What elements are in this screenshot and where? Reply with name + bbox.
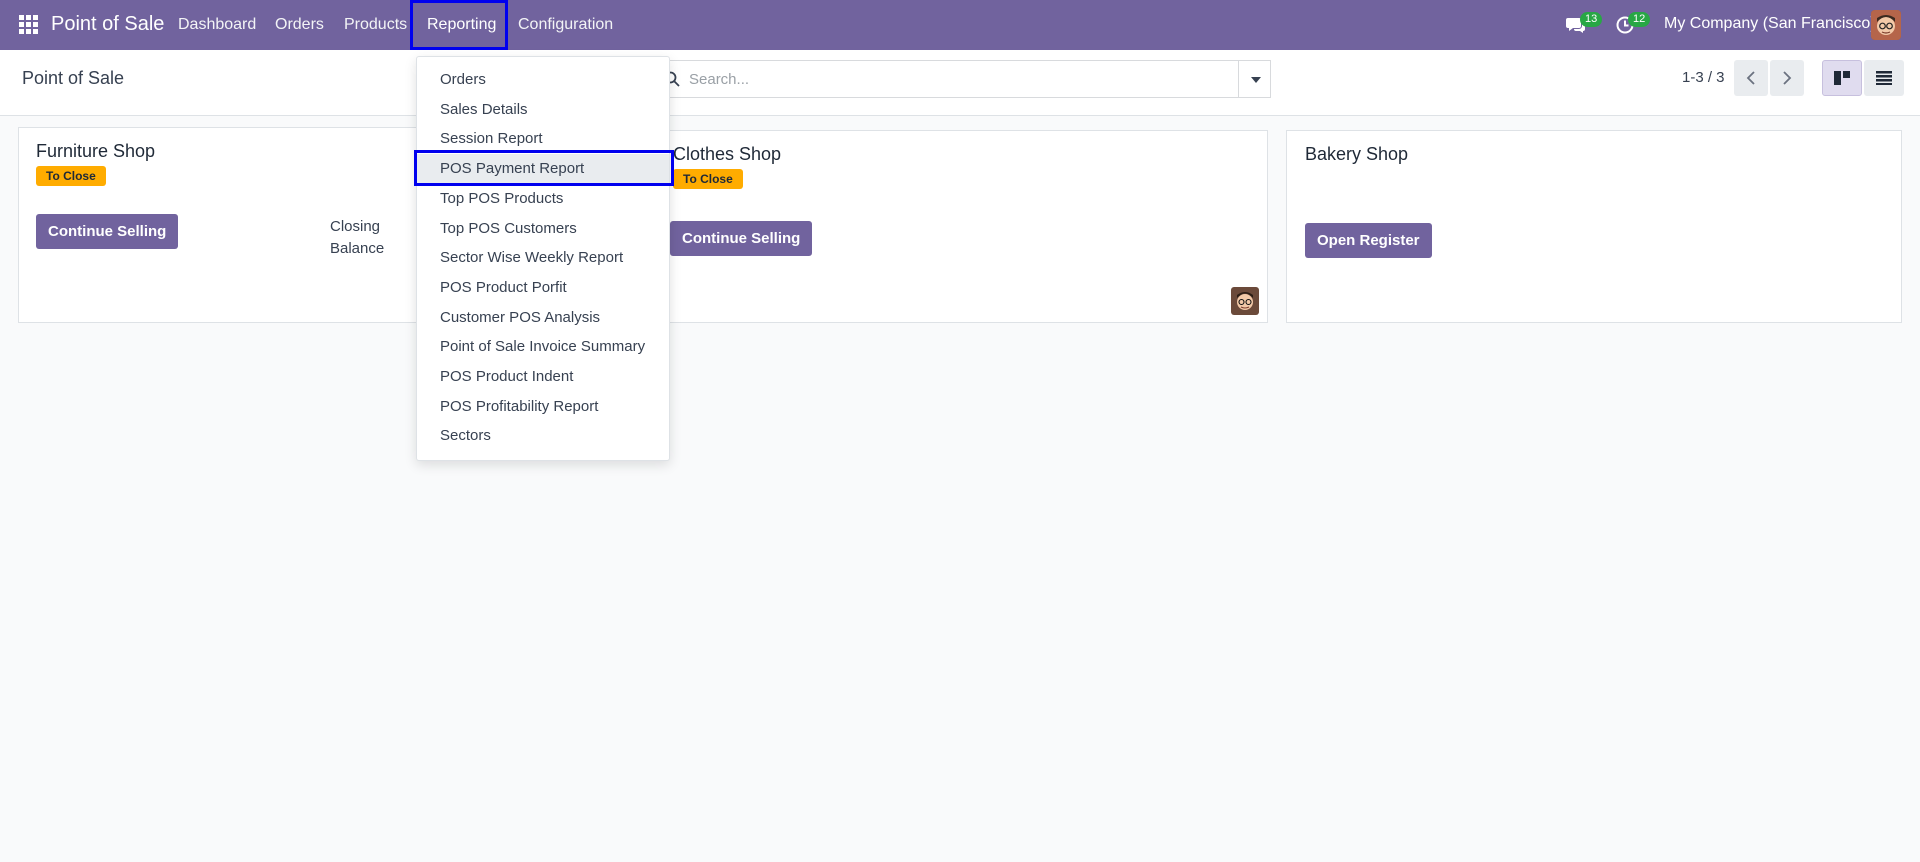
continue-selling-button[interactable]: Continue Selling <box>670 221 813 256</box>
menu-item-top-pos-products[interactable]: Top POS Products <box>417 184 669 214</box>
app-brand[interactable]: Point of Sale <box>51 13 164 36</box>
top-navbar: Point of Sale Dashboard Orders Products … <box>0 0 1920 50</box>
pager-previous-button[interactable] <box>1734 60 1768 96</box>
card-title[interactable]: Clothes Shop <box>673 144 781 165</box>
pager-value[interactable]: 1-3 / 3 <box>1682 69 1725 86</box>
control-panel: Point of Sale Search... 1-3 / 3 <box>0 50 1920 116</box>
menu-item-pos-product-profit[interactable]: POS Product Porfit <box>417 273 669 303</box>
page-title: Point of Sale <box>22 68 125 88</box>
menu-item-sales-details[interactable]: Sales Details <box>417 95 669 125</box>
kanban-view-button[interactable] <box>1822 60 1862 96</box>
chevron-right-icon <box>1783 71 1792 85</box>
menu-dashboard[interactable]: Dashboard <box>178 16 256 34</box>
menu-item-sectors[interactable]: Sectors <box>417 421 669 451</box>
pos-card-furniture: Furniture Shop To Close Continue Selling… <box>18 127 422 323</box>
balance-label: Balance <box>330 240 385 257</box>
open-register-button[interactable]: Open Register <box>1305 223 1432 258</box>
search-input[interactable]: Search... <box>655 60 1271 98</box>
search-placeholder: Search... <box>689 71 750 88</box>
reporting-dropdown-menu: Orders Sales Details Session Report POS … <box>416 56 670 461</box>
chevron-left-icon <box>1746 71 1755 85</box>
card-title[interactable]: Furniture Shop <box>36 141 155 162</box>
status-badge: To Close <box>36 166 106 186</box>
search-options-toggle[interactable] <box>1238 60 1271 98</box>
status-badge: To Close <box>673 169 743 189</box>
menu-item-pos-profitability-report[interactable]: POS Profitability Report <box>417 392 669 422</box>
card-title[interactable]: Bakery Shop <box>1305 144 1408 165</box>
user-avatar[interactable] <box>1871 10 1901 40</box>
responsible-user-avatar-icon[interactable] <box>1231 287 1259 315</box>
menu-configuration[interactable]: Configuration <box>518 16 613 34</box>
kanban-icon <box>1834 71 1850 85</box>
menu-orders[interactable]: Orders <box>275 16 324 34</box>
company-switcher[interactable]: My Company (San Francisco) <box>1664 15 1876 33</box>
closing-label: Closing <box>330 218 381 235</box>
menu-item-orders[interactable]: Orders <box>417 65 669 95</box>
pos-card-clothes: Clothes Shop To Close Continue Selling <box>652 130 1268 323</box>
messages-count-badge: 13 <box>1580 12 1603 27</box>
activities-count-badge: 12 <box>1628 12 1651 27</box>
menu-item-pos-product-indent[interactable]: POS Product Indent <box>417 362 669 392</box>
menu-item-top-pos-customers[interactable]: Top POS Customers <box>417 214 669 244</box>
pos-card-bakery: Bakery Shop Open Register <box>1286 130 1902 323</box>
continue-selling-button[interactable]: Continue Selling <box>36 214 179 249</box>
caret-down-icon <box>1251 77 1261 83</box>
list-icon <box>1876 71 1892 85</box>
apps-grid-icon[interactable] <box>19 15 38 34</box>
pos-payment-report-highlight <box>414 150 674 186</box>
menu-item-customer-pos-analysis[interactable]: Customer POS Analysis <box>417 303 669 333</box>
menu-item-invoice-summary[interactable]: Point of Sale Invoice Summary <box>417 332 669 362</box>
pager-next-button[interactable] <box>1770 60 1804 96</box>
menu-reporting-highlight <box>410 0 508 50</box>
menu-products[interactable]: Products <box>344 16 407 34</box>
list-view-button[interactable] <box>1864 60 1904 96</box>
menu-item-sector-wise-weekly-report[interactable]: Sector Wise Weekly Report <box>417 243 669 273</box>
